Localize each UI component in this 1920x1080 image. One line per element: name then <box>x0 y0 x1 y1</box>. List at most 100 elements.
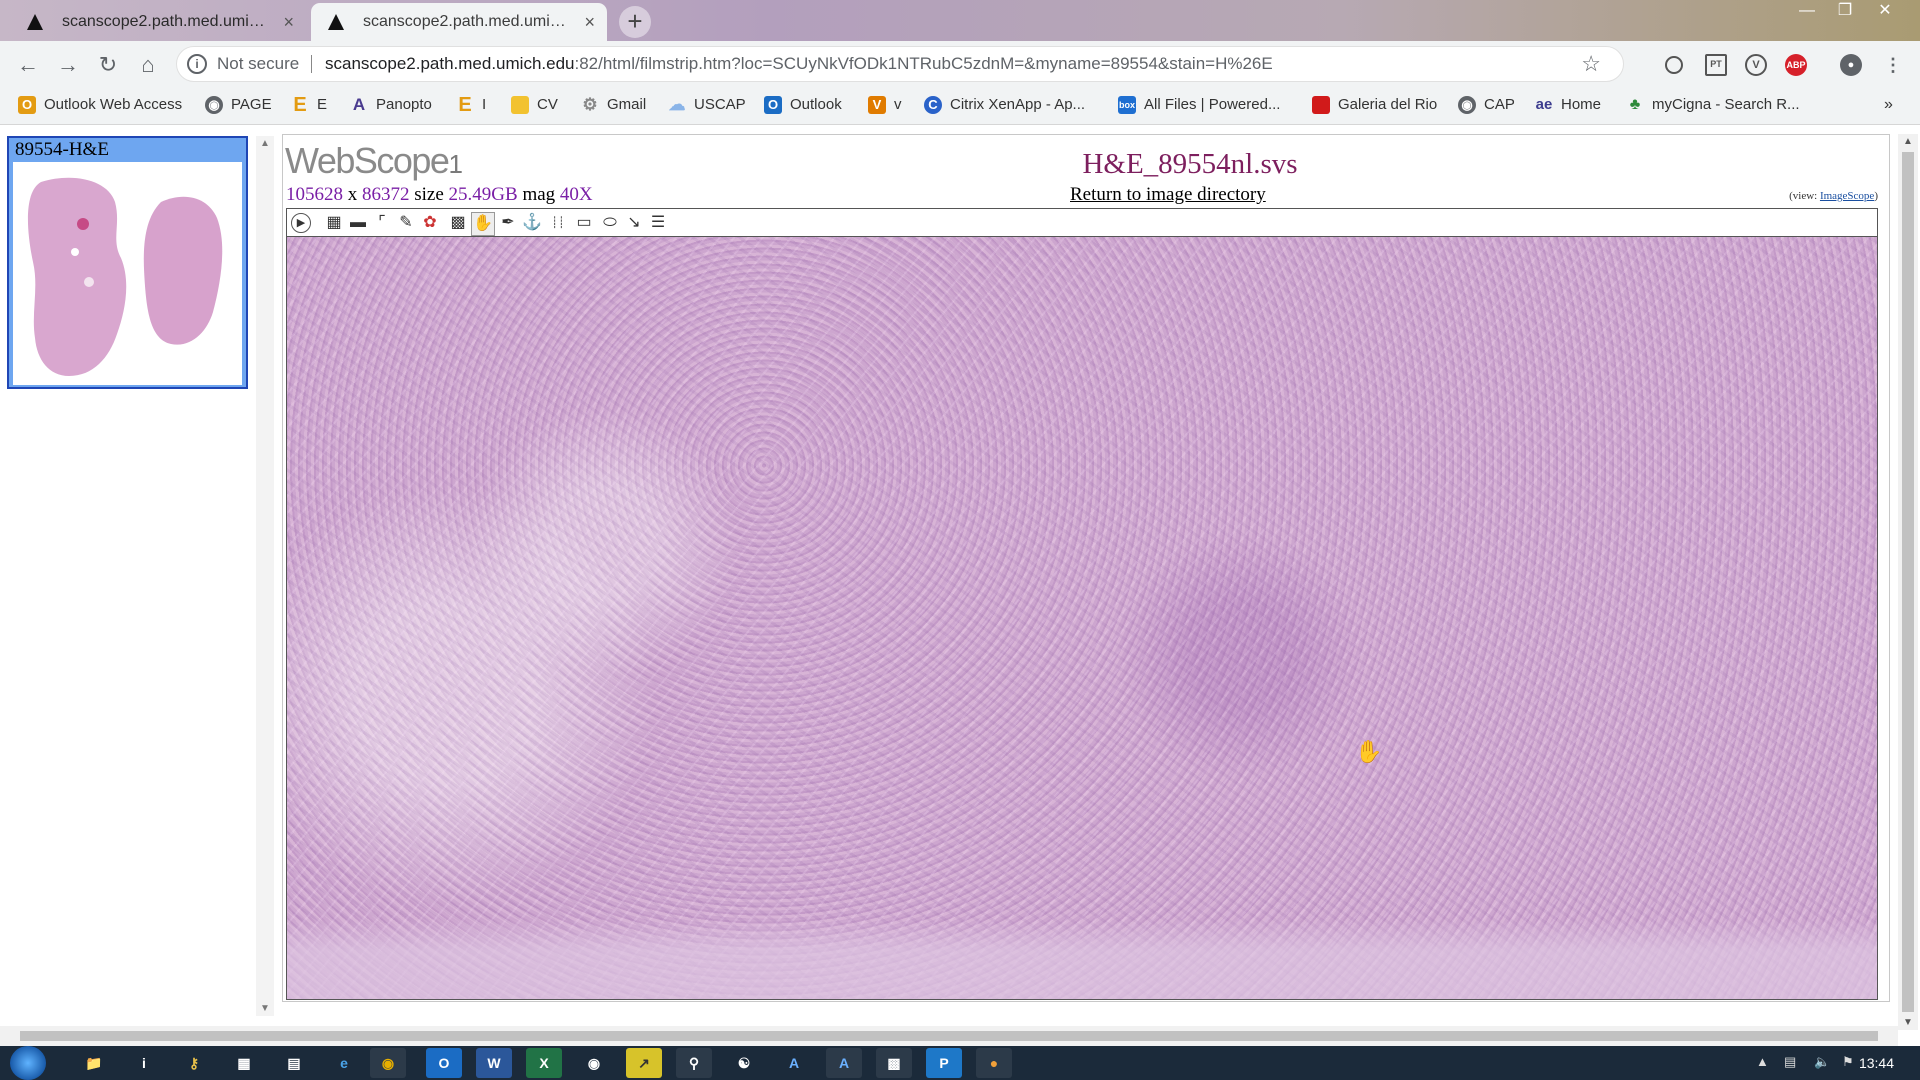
new-tab-button[interactable]: + <box>619 6 651 38</box>
word-taskbar-icon[interactable]: W <box>476 1048 512 1078</box>
scale-bar-icon[interactable]: ┊┊ <box>547 212 569 234</box>
edit-annotation-icon[interactable]: ✎ <box>395 212 417 234</box>
ruler-icon[interactable]: ▬ <box>347 212 369 234</box>
outlook-icon: O <box>764 96 782 115</box>
scroll-thumb[interactable] <box>20 1031 1878 1041</box>
page-vertical-scrollbar[interactable]: ▲ ▼ <box>1898 134 1918 1030</box>
scanner-app-icon[interactable]: ▩ <box>876 1048 912 1078</box>
save-icon[interactable]: ▩ <box>447 212 469 234</box>
reload-icon[interactable]: ↻ <box>92 49 124 81</box>
annotation-list-icon[interactable]: ☰ <box>647 212 669 234</box>
bookmark-label: CAP <box>1484 96 1515 113</box>
lock-tool-icon[interactable]: ⚓ <box>521 212 543 234</box>
excel-taskbar-icon[interactable]: X <box>526 1048 562 1078</box>
app-a2-icon[interactable]: A <box>826 1048 862 1078</box>
file-explorer-icon[interactable]: 📁 <box>76 1048 112 1078</box>
bookmark-outlook-web-access[interactable]: O Outlook Web Access <box>18 88 182 122</box>
minimize-icon[interactable]: — <box>1788 0 1826 22</box>
scroll-down-arrow-icon[interactable]: ▼ <box>256 1003 274 1014</box>
scroll-down-arrow-icon[interactable]: ▼ <box>1898 1017 1918 1028</box>
bookmark-all-files[interactable]: box All Files | Powered... <box>1118 88 1280 122</box>
key-app-icon[interactable]: ⚷ <box>176 1048 212 1078</box>
browser-tab-active[interactable]: scanscope2.path.med.umich.edu × <box>311 3 607 41</box>
url-text[interactable]: scanscope2.path.med.umich.edu:82/html/fi… <box>325 47 1273 81</box>
bookmark-citrix[interactable]: C Citrix XenApp - Ap... <box>924 88 1085 122</box>
slide-thumbnail-card[interactable]: 89554-H&E <box>7 136 248 389</box>
window-close-icon[interactable]: ✕ <box>1866 0 1904 22</box>
pan-hand-icon[interactable]: ✋ <box>471 212 495 236</box>
chart-app-icon[interactable]: ↗ <box>626 1048 662 1078</box>
forward-arrow-icon[interactable]: → <box>52 49 84 81</box>
globe-icon: ◉ <box>1458 96 1476 115</box>
menu-kebab-icon[interactable]: ⋮ <box>1882 54 1904 76</box>
info-icon[interactable]: i <box>187 54 207 74</box>
slide-thumbnail-image[interactable] <box>13 162 242 385</box>
rectangle-tool-icon[interactable]: ▭ <box>573 212 595 234</box>
extension-pt-icon[interactable]: PT <box>1705 54 1727 76</box>
notepad-app-icon[interactable]: ▤ <box>276 1048 312 1078</box>
filmstrip-scrollbar[interactable]: ▲ ▼ <box>256 136 274 1016</box>
security-status[interactable]: Not secure <box>217 47 299 81</box>
bookmark-mycigna[interactable]: ♣ myCigna - Search R... <box>1626 88 1800 122</box>
globe-taskbar-icon[interactable]: ◉ <box>576 1048 612 1078</box>
slide-image-viewport[interactable]: ✋ <box>286 236 1878 1000</box>
window-app-icon[interactable]: ▦ <box>226 1048 262 1078</box>
paint-app-icon[interactable]: ☯ <box>726 1048 762 1078</box>
pen-tool-icon[interactable]: ✒ <box>497 212 519 234</box>
chrome-taskbar-icon[interactable]: ◉ <box>370 1048 406 1078</box>
extension-circle-icon[interactable] <box>1665 56 1683 74</box>
browser-tab-inactive[interactable]: scanscope2.path.med.umich.edu × <box>10 3 306 41</box>
view-suffix: ) <box>1874 190 1878 202</box>
bookmarks-overflow-icon[interactable]: » <box>1884 88 1893 122</box>
bookmark-galeria-del-rio[interactable]: Galeria del Rio <box>1312 88 1437 122</box>
extension-v-icon[interactable]: V <box>1745 54 1767 76</box>
bookmark-e[interactable]: EE <box>291 88 327 122</box>
webscope-logo: WebScope1 <box>285 140 463 182</box>
bookmark-home[interactable]: ae Home <box>1535 88 1601 122</box>
flag-icon[interactable]: ⚑ <box>1842 1054 1854 1070</box>
tab-label: scanscope2.path.med.umich.edu <box>62 13 272 30</box>
home-icon[interactable]: ⌂ <box>132 49 164 81</box>
bookmark-v[interactable]: Vv <box>868 88 902 122</box>
ellipse-tool-icon[interactable]: ⬭ <box>599 212 621 234</box>
return-to-directory-link[interactable]: Return to image directory <box>1070 184 1266 206</box>
imagescope-link[interactable]: ImageScope <box>1820 190 1874 202</box>
app-a-icon[interactable]: A <box>776 1048 812 1078</box>
maximize-icon[interactable]: ❐ <box>1826 0 1864 22</box>
scroll-thumb[interactable] <box>1902 152 1914 1012</box>
profile-icon[interactable]: ● <box>1840 54 1862 76</box>
thumbnail-toggle-icon[interactable]: ▦ <box>323 212 345 234</box>
bookmark-outlook[interactable]: O Outlook <box>764 88 842 122</box>
bookmark-panopto[interactable]: A Panopto <box>350 88 432 122</box>
scroll-up-arrow-icon[interactable]: ▲ <box>1898 136 1918 147</box>
adblock-icon[interactable]: ABP <box>1785 54 1807 76</box>
back-arrow-icon[interactable]: ← <box>12 49 44 81</box>
orange-app-icon[interactable]: ● <box>976 1048 1012 1078</box>
bookmark-uscap[interactable]: ☁ USCAP <box>668 88 746 122</box>
tray-expand-icon[interactable]: ▲ <box>1756 1054 1769 1069</box>
network-icon[interactable]: ▤ <box>1784 1054 1796 1070</box>
scroll-up-arrow-icon[interactable]: ▲ <box>256 138 274 149</box>
tab-close-icon[interactable]: × <box>584 3 595 41</box>
bookmark-i[interactable]: EI <box>456 88 486 122</box>
address-bar[interactable]: i Not secure scanscope2.path.med.umich.e… <box>176 46 1624 82</box>
tab-close-icon[interactable]: × <box>283 3 294 41</box>
bookmark-cv[interactable]: CV <box>511 88 558 122</box>
taskbar-clock[interactable]: 13:44 <box>1859 1046 1894 1080</box>
bookmark-cap[interactable]: ◉ CAP <box>1458 88 1515 122</box>
internet-explorer-icon[interactable]: e <box>326 1048 362 1078</box>
microscope-app-icon[interactable]: ⚲ <box>676 1048 712 1078</box>
p-app-icon[interactable]: P <box>926 1048 962 1078</box>
start-button[interactable] <box>10 1046 46 1080</box>
bookmark-star-icon[interactable]: ☆ <box>1581 47 1601 81</box>
measure-icon[interactable]: ⌜ <box>371 212 393 234</box>
info-app-icon[interactable]: i <box>126 1048 162 1078</box>
bookmark-page[interactable]: ◉ PAGE <box>205 88 272 122</box>
color-adjust-icon[interactable]: ✿ <box>419 212 441 234</box>
arrow-tool-icon[interactable]: ↘ <box>623 212 645 234</box>
page-horizontal-scrollbar[interactable] <box>0 1026 1898 1046</box>
outlook-taskbar-icon[interactable]: O <box>426 1048 462 1078</box>
bookmark-gmail[interactable]: ⚙ Gmail <box>581 88 646 122</box>
navigate-arrow-icon[interactable]: ▶ <box>291 213 311 233</box>
volume-icon[interactable]: 🔈 <box>1814 1054 1830 1070</box>
